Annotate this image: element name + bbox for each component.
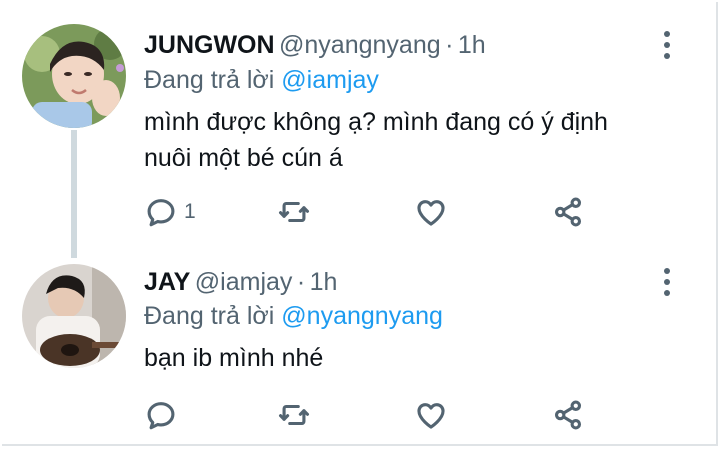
avatar-jungwon[interactable] bbox=[22, 24, 126, 128]
timestamp[interactable]: 1h bbox=[458, 31, 486, 59]
reply-thread: JUNGWON @nyangnyang · 1h Đang trả lời @i… bbox=[2, 2, 718, 446]
separator-dot: · bbox=[296, 268, 306, 296]
retweet-button[interactable] bbox=[277, 192, 311, 232]
reply-mention[interactable]: @nyangnyang bbox=[281, 302, 443, 330]
more-icon[interactable] bbox=[662, 31, 672, 61]
replying-to: Đang trả lời @iamjay bbox=[144, 66, 379, 95]
user-handle[interactable]: @nyangnyang bbox=[279, 31, 441, 59]
share-button[interactable] bbox=[551, 192, 585, 232]
reply-count: 1 bbox=[184, 200, 196, 223]
tweet-text: bạn ib mình nhé bbox=[144, 340, 684, 376]
tweet-header: JAY @iamjay · 1h bbox=[144, 268, 337, 297]
retweet-button[interactable] bbox=[277, 395, 311, 435]
like-icon bbox=[417, 403, 445, 429]
tweet-text-line: bạn ib mình nhé bbox=[144, 344, 324, 372]
share-icon bbox=[554, 197, 582, 227]
timestamp[interactable]: 1h bbox=[310, 268, 338, 296]
avatar-jay[interactable] bbox=[22, 264, 126, 368]
tweet-jay[interactable]: JAY @iamjay · 1h Đang trả lời @nyangnyan… bbox=[2, 252, 716, 446]
reply-prefix: Đang trả lời bbox=[144, 302, 275, 330]
reply-prefix: Đang trả lời bbox=[144, 66, 275, 94]
tweet-jungwon[interactable]: JUNGWON @nyangnyang · 1h Đang trả lời @i… bbox=[2, 2, 716, 258]
reply-icon bbox=[147, 199, 175, 227]
like-button[interactable] bbox=[414, 192, 448, 232]
tweet-text: mình được không ạ? mình đang có ý định n… bbox=[144, 104, 684, 176]
like-button[interactable] bbox=[414, 395, 448, 435]
retweet-icon bbox=[278, 404, 310, 426]
reply-button[interactable] bbox=[144, 395, 184, 435]
tweet-header: JUNGWON @nyangnyang · 1h bbox=[144, 31, 486, 60]
reply-button[interactable]: 1 bbox=[144, 192, 196, 232]
like-icon bbox=[417, 200, 445, 226]
reply-mention[interactable]: @iamjay bbox=[281, 66, 379, 94]
tweet-text-line: nuôi một bé cún á bbox=[144, 144, 343, 172]
more-icon[interactable] bbox=[662, 268, 672, 298]
user-handle[interactable]: @iamjay bbox=[195, 268, 293, 296]
display-name[interactable]: JAY bbox=[144, 268, 190, 296]
reply-icon bbox=[147, 402, 175, 430]
tweet-text-line: mình được không ạ? mình đang có ý định bbox=[144, 108, 608, 136]
share-button[interactable] bbox=[551, 395, 585, 435]
replying-to: Đang trả lời @nyangnyang bbox=[144, 302, 443, 331]
display-name[interactable]: JUNGWON bbox=[144, 31, 275, 59]
thread-connector bbox=[71, 130, 77, 258]
share-icon bbox=[554, 400, 582, 430]
separator-dot: · bbox=[445, 31, 454, 59]
retweet-icon bbox=[278, 201, 310, 223]
